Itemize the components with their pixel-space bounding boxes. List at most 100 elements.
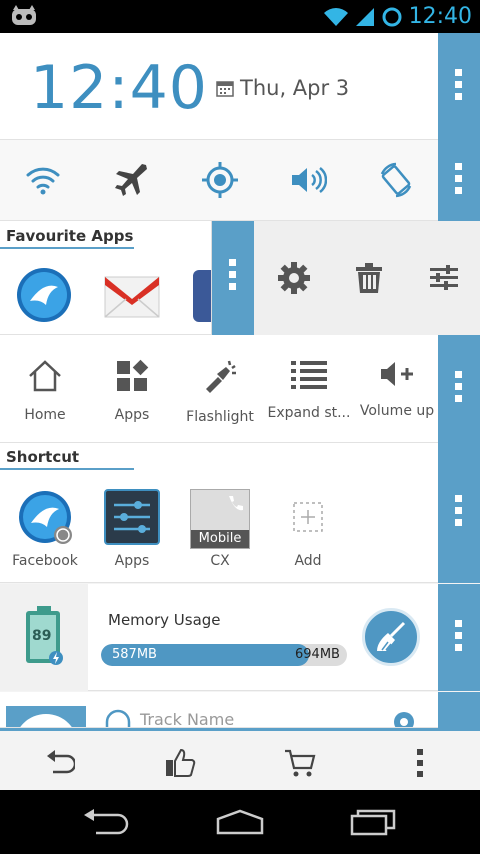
wifi-status-icon <box>323 7 348 26</box>
shortcut-label: Facebook <box>12 553 78 569</box>
boat-browser-icon <box>19 491 72 544</box>
shortcut-label: Apps <box>114 553 150 569</box>
apps-icon <box>117 359 149 391</box>
music-row-handle[interactable] <box>438 692 480 728</box>
undo-button[interactable] <box>40 743 80 783</box>
gear-icon[interactable] <box>278 262 310 294</box>
toggles-row <box>0 140 438 221</box>
rotate-icon <box>380 162 412 198</box>
sound-toggle[interactable] <box>286 158 330 202</box>
thumbs-up-icon <box>166 748 196 777</box>
cyanogenmod-icon <box>12 5 36 25</box>
more-icon <box>455 68 463 105</box>
more-icon <box>455 371 463 407</box>
flashlight-icon <box>206 360 236 393</box>
memory-row-handle[interactable] <box>438 584 480 691</box>
music-row: Track Name <box>0 692 438 728</box>
recents-button[interactable] <box>344 804 404 840</box>
overflow-menu-button[interactable] <box>400 743 440 783</box>
gmail-icon[interactable] <box>104 273 160 321</box>
shortcut-cx[interactable]: Mobile CX <box>175 489 265 569</box>
rotation-toggle[interactable] <box>374 158 418 202</box>
facebook-icon[interactable] <box>193 270 211 322</box>
action-apps[interactable]: Apps <box>87 359 177 423</box>
action-flashlight[interactable]: Flashlight <box>175 359 265 425</box>
shortcut-label: Add <box>294 553 322 569</box>
shortcut-add[interactable]: Add <box>263 489 353 569</box>
screen: 12:40 12:40 Thu, Apr 3 Favourite Apps Ho… <box>0 0 480 854</box>
more-icon <box>455 495 463 531</box>
shortcut-row: Shortcut Facebook Apps Mobile CX Add <box>0 443 438 583</box>
action-label: Flashlight <box>186 409 254 425</box>
broom-icon <box>377 621 406 651</box>
mobile-widget-icon: Mobile <box>190 489 250 549</box>
calendar-icon <box>216 81 234 97</box>
actions-row: Home Apps Flashlight Expand st... Volume… <box>0 335 438 443</box>
popup-handle[interactable] <box>212 221 254 335</box>
track-name: Track Name <box>140 710 235 728</box>
clock-time: 12:40 <box>30 53 208 123</box>
shortcut-apps[interactable]: Apps <box>87 489 177 569</box>
wifi-icon <box>26 167 60 195</box>
sliders-icon[interactable] <box>430 265 458 291</box>
clock-row: 12:40 Thu, Apr 3 <box>0 33 438 140</box>
toggles-row-handle[interactable] <box>438 140 480 221</box>
favourite-apps-title: Favourite Apps <box>6 227 134 245</box>
phone-icon <box>229 496 243 511</box>
sync-icon <box>382 7 402 26</box>
status-bar: 12:40 <box>0 0 480 33</box>
more-icon <box>455 619 463 656</box>
clock-row-handle[interactable] <box>438 33 480 140</box>
section-underline <box>0 247 134 249</box>
store-button[interactable] <box>280 743 320 783</box>
back-button[interactable] <box>76 804 136 840</box>
clean-memory-button[interactable] <box>362 608 420 666</box>
add-icon <box>293 502 323 532</box>
favourite-apps-popup <box>211 221 480 335</box>
battery-level: 89 <box>32 628 52 644</box>
more-vertical-icon <box>417 749 423 777</box>
gps-icon <box>202 162 238 198</box>
status-time: 12:40 <box>408 4 472 29</box>
battery-panel: 89 <box>0 584 88 691</box>
section-underline <box>0 468 134 470</box>
gps-toggle[interactable] <box>198 158 242 202</box>
action-volume-up[interactable]: Volume up <box>352 359 442 419</box>
bottom-toolbar <box>0 728 480 790</box>
like-button[interactable] <box>160 743 200 783</box>
action-expand-statusbar[interactable]: Expand st... <box>264 359 354 421</box>
album-art[interactable] <box>6 706 86 727</box>
undo-icon <box>47 750 75 774</box>
airplane-toggle[interactable] <box>109 158 153 202</box>
wifi-toggle[interactable] <box>21 158 65 202</box>
signal-icon <box>355 7 374 26</box>
gear-icon[interactable] <box>390 708 418 728</box>
back-icon <box>84 809 129 835</box>
home-button[interactable] <box>210 804 270 840</box>
actions-row-handle[interactable] <box>438 335 480 443</box>
home-icon <box>29 360 61 392</box>
shortcut-facebook[interactable]: Facebook <box>0 489 90 569</box>
volume-up-icon <box>381 362 413 386</box>
mobile-badge: Mobile <box>191 530 249 548</box>
shortcut-row-handle[interactable] <box>438 443 480 583</box>
memory-used: 587MB <box>112 647 157 662</box>
list-icon <box>291 361 327 389</box>
home-nav-icon <box>216 809 264 835</box>
date-text: Thu, Apr 3 <box>240 76 350 100</box>
memory-total: 694MB <box>295 647 340 662</box>
memory-title: Memory Usage <box>108 611 221 629</box>
boat-browser-icon[interactable] <box>16 267 72 323</box>
action-label: Expand st... <box>267 405 351 421</box>
more-icon <box>229 259 236 295</box>
airplane-icon <box>115 164 147 196</box>
shortcut-title: Shortcut <box>6 448 80 466</box>
recents-icon <box>350 809 396 836</box>
date-display[interactable]: Thu, Apr 3 <box>216 76 349 100</box>
memory-row: 89 Memory Usage 587MB 694MB <box>0 584 438 691</box>
trash-icon[interactable] <box>354 263 384 293</box>
headphones-icon <box>105 709 131 727</box>
action-label: Volume up <box>359 403 435 419</box>
action-label: Home <box>24 407 66 423</box>
action-home[interactable]: Home <box>0 359 90 423</box>
